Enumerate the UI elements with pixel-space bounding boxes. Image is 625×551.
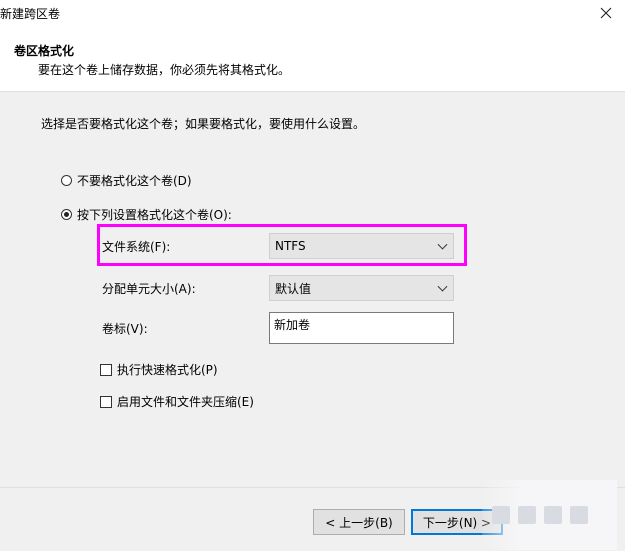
compression-label: 启用文件和文件夹压缩(E): [117, 395, 254, 409]
radio-button-checked[interactable]: [61, 209, 72, 220]
allocation-unit-label: 分配单元大小(A):: [102, 282, 196, 296]
watermark-block: [518, 506, 536, 524]
watermark-block: [492, 506, 510, 524]
radio-no-format[interactable]: 不要格式化这个卷(D): [61, 172, 192, 189]
title-bar: 新建跨区卷: [0, 0, 625, 26]
quick-format-label: 执行快速格式化(P): [117, 363, 218, 377]
radio-no-format-label: 不要格式化这个卷(D): [77, 174, 192, 188]
radio-button-unchecked[interactable]: [61, 175, 72, 186]
watermark-overlay: [482, 480, 617, 550]
radio-format-label: 按下列设置格式化这个卷(O):: [77, 208, 232, 222]
allocation-unit-value: 默认值: [275, 281, 312, 296]
allocation-unit-select[interactable]: 默认值: [269, 275, 454, 301]
compression-checkbox[interactable]: [100, 395, 112, 408]
radio-format[interactable]: 按下列设置格式化这个卷(O):: [61, 206, 232, 223]
wizard-header: 卷区格式化 要在这个卷上储存数据，你必须先将其格式化。: [0, 26, 625, 91]
wizard-content: 选择是否要格式化这个卷；如果要格式化，要使用什么设置。 不要格式化这个卷(D) …: [0, 92, 625, 487]
watermark-block: [570, 506, 588, 524]
instruction-text: 选择是否要格式化这个卷；如果要格式化，要使用什么设置。: [41, 117, 366, 131]
watermark-block: [544, 506, 562, 524]
compression-option[interactable]: 启用文件和文件夹压缩(E): [100, 393, 254, 410]
page-subtitle: 要在这个卷上储存数据，你必须先将其格式化。: [38, 63, 291, 77]
volume-label-label: 卷标(V):: [102, 322, 148, 336]
quick-format-option[interactable]: 执行快速格式化(P): [100, 361, 218, 378]
back-button[interactable]: < 上一步(B): [313, 509, 405, 535]
close-button[interactable]: [595, 2, 617, 24]
window-title: 新建跨区卷: [0, 7, 61, 21]
page-title: 卷区格式化: [14, 44, 75, 58]
quick-format-checkbox[interactable]: [100, 363, 112, 376]
close-icon: [600, 7, 612, 19]
volume-label-input[interactable]: 新加卷: [269, 312, 454, 344]
highlight-annotation: [97, 224, 467, 266]
chevron-down-icon: [437, 281, 448, 292]
